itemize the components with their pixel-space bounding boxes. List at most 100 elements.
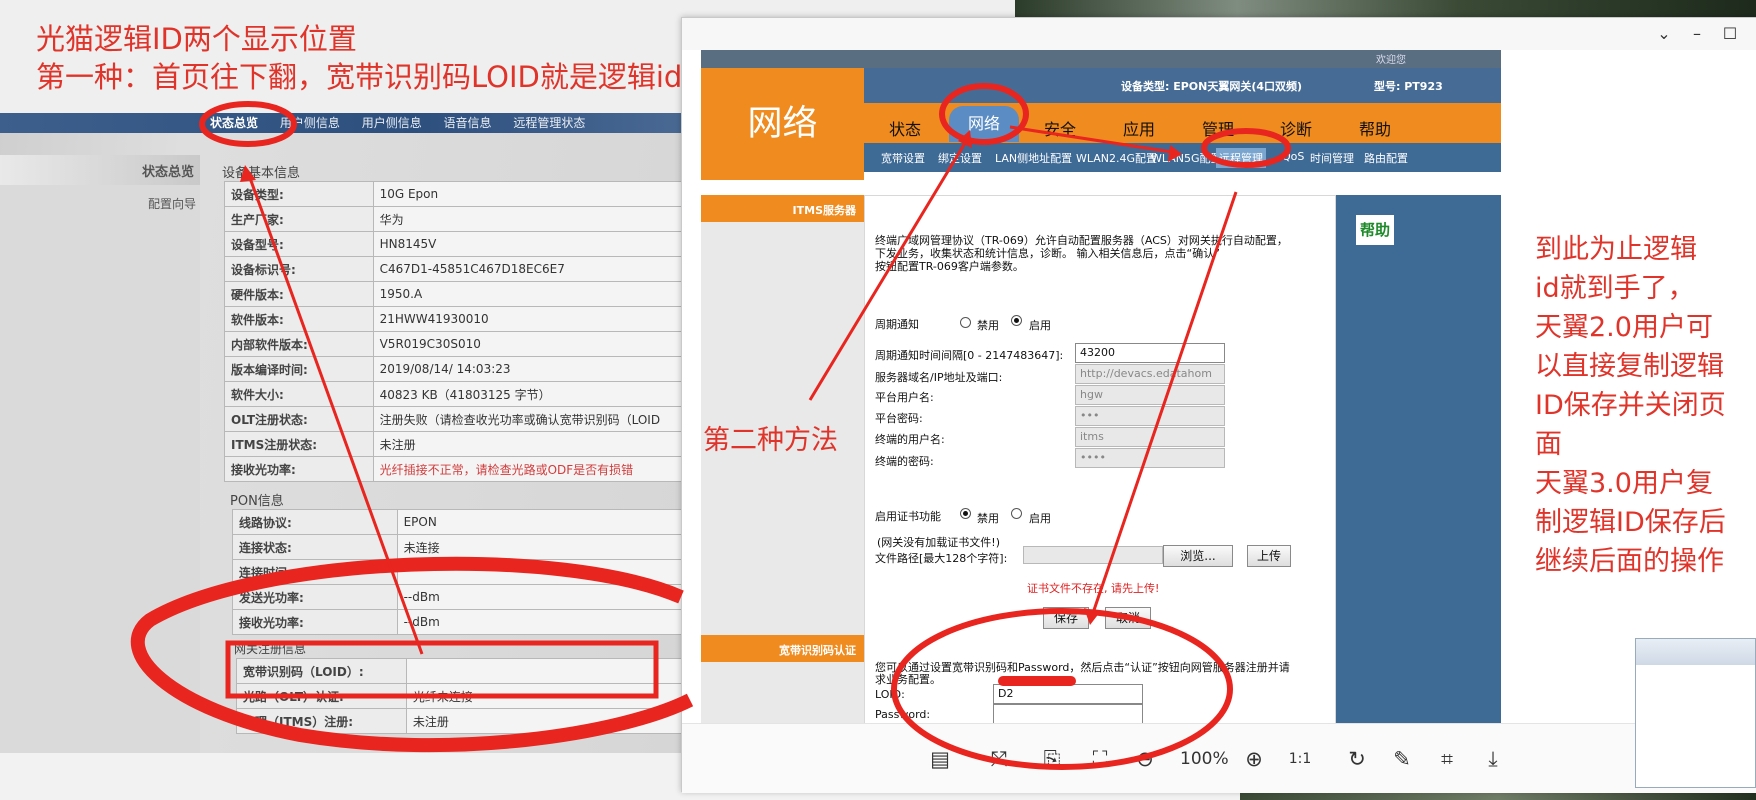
rotate-icon[interactable]: ↻ — [1342, 744, 1372, 774]
table-row: 连接时间: — [232, 559, 690, 585]
annotation-right-note: 到此为止逻辑 id就到手了， 天翼2.0用户可 以直接复制逻辑 ID保存并关闭页… — [1535, 230, 1755, 581]
interval-input[interactable]: 43200 — [1075, 343, 1225, 363]
router-nav-help[interactable]: 帮助 — [1359, 116, 1391, 140]
minimize-icon[interactable]: – — [1685, 22, 1709, 46]
row-value: 10G Epon — [372, 181, 690, 207]
viewer-toolbar: ▤ ⤧ ⎘ ⛶ ⊖ 100% ⊕ 1:1 ↻ ✎ ⌗ ⤓ — [682, 723, 1756, 793]
router-subnav-qos[interactable]: QoS — [1282, 150, 1304, 163]
row-value: 2019/08/14/ 14:03:23 — [372, 356, 690, 382]
row-value: 未连接 — [396, 534, 690, 560]
cert-disable-radio[interactable] — [960, 508, 971, 519]
router-subnav-lan[interactable]: LAN侧地址配置 — [995, 150, 1072, 166]
router-help-label: 帮助 — [1356, 215, 1394, 245]
router-subnav-route[interactable]: 路由配置 — [1364, 150, 1408, 166]
platform-pass-input[interactable]: ••• — [1075, 406, 1225, 426]
cert-enable-radio[interactable] — [1011, 508, 1022, 519]
router-subnav-wlan5[interactable]: WLAN5G配置 — [1151, 150, 1222, 166]
interval-label: 周期通知时间间隔[0 - 2147483647]: — [875, 349, 1064, 362]
table-row: 接收光功率: 光纤插接不正常，请检查光路或ODF是否有损错 — [224, 456, 690, 482]
viewer-titlebar: ⌄ – ☐ ✕ — [682, 18, 1756, 50]
chevron-down-icon[interactable]: ⌄ — [1652, 22, 1676, 46]
loid-input[interactable]: D2 — [993, 684, 1143, 704]
router-device-type: 设备类型: EPON天翼网关(4口双频) — [1121, 80, 1303, 93]
periodic-enable-label: 启用 — [1029, 319, 1051, 332]
router-nav-diagnose[interactable]: 诊断 — [1280, 116, 1312, 140]
server-label: 服务器域名/IP地址及端口: — [875, 371, 1003, 384]
row-value: 21HWW41930010 — [372, 306, 690, 332]
terminal-pass-input[interactable]: •••• — [1075, 448, 1225, 468]
gateway-info-table: 宽带识别码（LOID）: 光路（OLT）认证: 光纤未连接 管理（ITMS）注册: 未注… — [236, 658, 690, 734]
browse-button[interactable]: 浏览... — [1163, 545, 1233, 567]
edit-icon[interactable]: ✎ — [1387, 744, 1417, 774]
router-nav-network[interactable]: 网络 — [949, 106, 1019, 142]
password-input[interactable] — [993, 704, 1143, 724]
save-button[interactable]: 保存 — [1043, 607, 1089, 629]
router-subnav-time[interactable]: 时间管理 — [1310, 150, 1354, 166]
photo-sidebar — [0, 155, 200, 753]
row-value: 40823 KB（41803125 字节） — [372, 381, 690, 407]
terminal-user-label: 终端的用户名: — [875, 433, 945, 446]
zoom-in-icon[interactable]: ⊕ — [1239, 744, 1269, 774]
actual-size-icon[interactable]: 1:1 — [1285, 744, 1315, 774]
router-logo: 网络 — [701, 68, 864, 180]
router-model: 型号: PT923 — [1374, 80, 1443, 93]
router-nav-apps[interactable]: 应用 — [1123, 116, 1155, 140]
background-window-titlebar — [1636, 639, 1755, 665]
row-value: 光纤未连接 — [405, 683, 690, 709]
maximize-icon[interactable]: ☐ — [1718, 22, 1742, 46]
zoom-level: 100% — [1180, 749, 1229, 769]
fit-window-icon[interactable]: ⤧ — [984, 744, 1014, 774]
crop-icon[interactable]: ⌗ — [1432, 744, 1462, 774]
table-row: 内部软件版本: V5R019C30S010 — [224, 331, 690, 357]
annotation-note-line: 制逻辑ID保存后 — [1535, 507, 1726, 538]
row-label: OLT注册状态: — [224, 406, 374, 432]
router-subnav-wlan24[interactable]: WLAN2.4G配置 — [1076, 150, 1157, 166]
router-subnav-broadband[interactable]: 宽带设置 — [881, 150, 925, 166]
server-input[interactable]: http://devacs.edatahom — [1075, 364, 1225, 384]
router-nav-status[interactable]: 状态 — [889, 116, 921, 140]
cert-disable-label: 禁用 — [977, 512, 999, 525]
table-row: 宽带识别码（LOID）: — [236, 658, 690, 684]
ocr-icon[interactable]: ⎘ — [1037, 744, 1067, 774]
router-help-column: 帮助 — [1336, 195, 1501, 755]
table-row: 接收光功率: --dBm — [232, 609, 690, 635]
thumbnails-icon[interactable]: ▤ — [925, 744, 955, 774]
row-value: --dBm — [396, 584, 690, 610]
photo-section-device: 设备基本信息 — [222, 166, 301, 181]
table-row: 软件版本: 21HWW41930010 — [224, 306, 690, 332]
row-label: 内部软件版本: — [224, 331, 374, 357]
row-label: 光路（OLT）认证: — [236, 683, 407, 709]
file-path-input[interactable] — [1023, 546, 1163, 564]
terminal-user-input[interactable]: itms — [1075, 427, 1225, 447]
annotation-note-line: ID保存并关闭页 — [1535, 390, 1726, 421]
annotation-note-line: 天翼3.0用户复 — [1535, 468, 1713, 499]
annotation-note-line: 面 — [1535, 429, 1562, 460]
router-section-itms: ITMS服务器 — [701, 195, 864, 222]
zoom-out-icon[interactable]: ⊖ — [1130, 744, 1160, 774]
cancel-button[interactable]: 取消 — [1105, 607, 1151, 629]
router-nav-security[interactable]: 安全 — [1044, 116, 1076, 140]
router-welcome-text: 欢迎您 — [1376, 55, 1406, 66]
fullscreen-icon[interactable]: ⛶ — [1085, 744, 1115, 774]
row-label: 生产厂家: — [224, 206, 374, 232]
row-value: V5R019C30S010 — [372, 331, 690, 357]
terminal-pass-label: 终端的密码: — [875, 455, 934, 468]
row-label: 设备型号: — [224, 231, 374, 257]
table-row: 硬件版本: 1950.A — [224, 281, 690, 307]
periodic-enable-radio[interactable] — [1011, 315, 1022, 326]
router-nav-manage[interactable]: 管理 — [1202, 116, 1234, 140]
platform-user-input[interactable]: hgw — [1075, 385, 1225, 405]
row-label: 宽带识别码（LOID）: — [236, 658, 407, 684]
router-subnav-remote[interactable]: 远程管理 — [1216, 148, 1266, 168]
table-row: 设备类型: 10G Epon — [224, 181, 690, 207]
row-value: EPON — [396, 509, 690, 535]
periodic-disable-radio[interactable] — [960, 317, 971, 328]
router-left-column — [701, 195, 864, 755]
annotation-subtitle: 第一种：首页往下翻，宽带识别码LOID就是逻辑id — [36, 60, 683, 94]
router-top-strip: 欢迎您 — [701, 50, 1501, 68]
router-section-loid: 宽带识别码认证 — [701, 635, 864, 662]
upload-button[interactable]: 上传 — [1247, 545, 1291, 567]
router-subnav-binding[interactable]: 绑定设置 — [938, 150, 982, 166]
download-icon[interactable]: ⤓ — [1478, 744, 1508, 774]
cert-error-text: 证书文件不存在, 请先上传! — [1027, 582, 1160, 595]
